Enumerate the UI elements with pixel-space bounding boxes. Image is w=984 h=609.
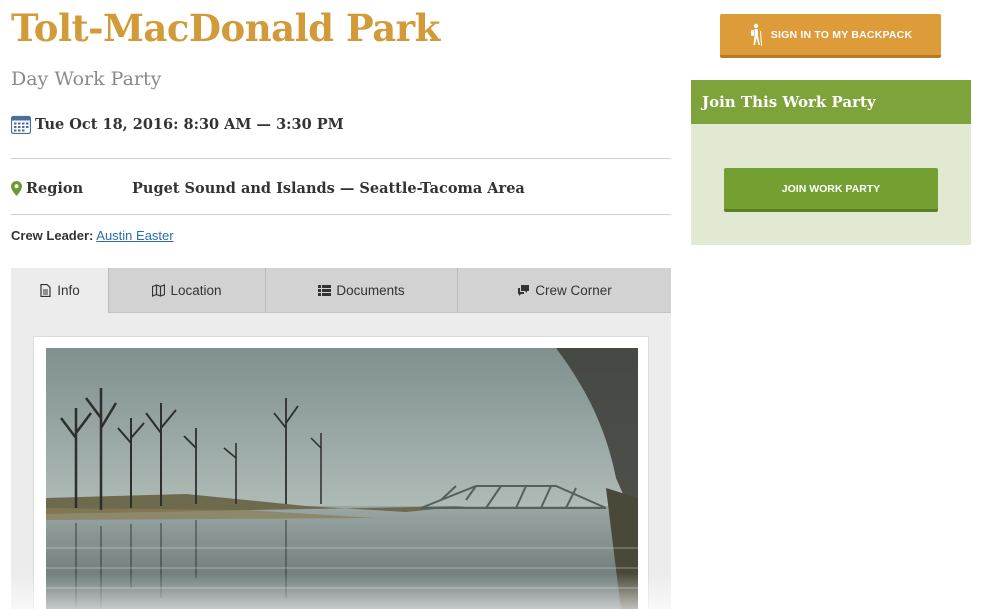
tab-label: Location (170, 282, 222, 298)
tab-label: Crew Corner (535, 282, 612, 298)
photo-card (33, 336, 649, 609)
join-panel: Join This Work Party JOIN WORK PARTY (691, 80, 971, 245)
tab-crew-corner[interactable]: Crew Corner (457, 268, 671, 313)
river-photo (46, 348, 638, 609)
calendar-icon (11, 115, 31, 134)
event-type: Day Work Party (11, 68, 162, 90)
crew-leader-label: Crew Leader: (11, 228, 94, 243)
region-row: Region Puget Sound and Islands — Seattle… (11, 180, 525, 197)
crew-leader: Crew Leader: Austin Easter (11, 228, 174, 243)
map-icon (152, 283, 166, 297)
tab-bar: Info Location Documents Crew Corner (11, 268, 671, 313)
comments-icon (518, 284, 530, 296)
crew-leader-link[interactable]: Austin Easter (96, 228, 173, 243)
list-icon (318, 284, 332, 296)
map-pin-icon (11, 181, 22, 196)
tab-documents[interactable]: Documents (265, 268, 457, 313)
hiker-icon (750, 23, 762, 46)
tab-location[interactable]: Location (108, 268, 265, 313)
datetime-text: Tue Oct 18, 2016: 8:30 AM — 3:30 PM (35, 116, 344, 133)
divider (11, 214, 671, 215)
region-value: Puget Sound and Islands — Seattle-Tacoma… (132, 180, 525, 197)
region-label: Region (26, 180, 84, 197)
tab-label: Documents (336, 282, 405, 298)
sign-in-label: SIGN IN TO MY BACKPACK (770, 28, 913, 41)
page-title: Tolt-MacDonald Park (11, 6, 440, 50)
tab-label: Info (57, 283, 80, 298)
join-heading: Join This Work Party (691, 80, 971, 124)
tab-panel: Info Location Documents Crew Corner (11, 268, 671, 609)
tab-info[interactable]: Info (11, 268, 108, 313)
event-datetime: Tue Oct 18, 2016: 8:30 AM — 3:30 PM (11, 115, 344, 134)
document-icon (40, 284, 51, 297)
join-work-party-button[interactable]: JOIN WORK PARTY (724, 168, 938, 212)
divider (11, 158, 671, 159)
sign-in-backpack-button[interactable]: SIGN IN TO MY BACKPACK (720, 14, 941, 58)
event-photo (46, 348, 638, 609)
